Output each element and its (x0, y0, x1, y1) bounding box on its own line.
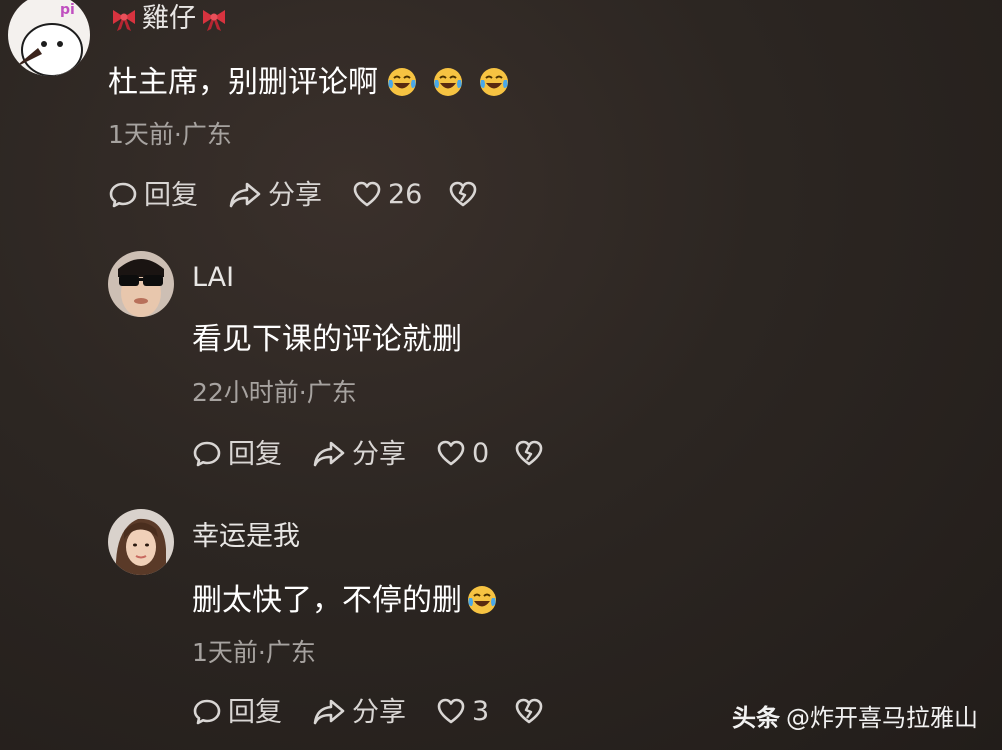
share-button[interactable]: 分享 (312, 439, 406, 469)
like-count: 0 (472, 437, 490, 469)
avatar-image: pi (8, 0, 90, 76)
reply-button[interactable]: 回复 (192, 439, 282, 469)
dislike-button[interactable] (448, 180, 484, 208)
avatar-image (108, 509, 174, 575)
broken-heart-icon (515, 440, 543, 466)
comment-text-body: 杜主席，别删评论啊 (108, 65, 378, 100)
comment-meta: 22小时前·广东 (192, 378, 357, 407)
username-text: 雞仔 (142, 3, 196, 34)
share-arrow-icon (313, 699, 345, 725)
username[interactable]: 幸运是我 (192, 523, 300, 550)
avatar[interactable] (108, 251, 174, 317)
share-label: 分享 (352, 438, 406, 470)
share-button[interactable]: 分享 (312, 697, 406, 727)
avatar[interactable]: pi (8, 0, 90, 76)
like-button[interactable]: 0 (436, 439, 489, 467)
share-arrow-icon (229, 182, 261, 208)
reply-label: 回复 (228, 696, 282, 728)
username[interactable]: 雞仔 (110, 4, 228, 32)
reply-bubble-icon (109, 182, 137, 208)
dislike-button[interactable] (514, 697, 550, 725)
reply-button[interactable]: 回复 (192, 697, 282, 727)
laughing-crying-emoji (388, 68, 416, 96)
avatar-image (108, 251, 174, 317)
svg-text:pi: pi (60, 2, 75, 18)
dislike-button[interactable] (514, 439, 550, 467)
comment-actions: 回复 分享 0 (192, 439, 612, 473)
ribbon-icon (203, 9, 225, 31)
laughing-crying-emoji (434, 68, 462, 96)
comment-actions: 回复 分享 26 (108, 180, 528, 214)
reply-label: 回复 (228, 438, 282, 470)
like-button[interactable]: 26 (352, 180, 422, 208)
comment-text: 杜主席，别删评论啊 (108, 66, 510, 98)
share-label: 分享 (268, 179, 322, 211)
ribbon-icon (113, 9, 135, 31)
comment-actions: 回复 分享 3 (192, 697, 612, 731)
reply-bubble-icon (193, 441, 221, 467)
like-count: 3 (472, 695, 490, 727)
watermark-brand: 头条 (732, 704, 780, 732)
username[interactable]: LAI (192, 264, 234, 291)
comment-meta: 1天前·广东 (192, 638, 316, 667)
laughing-crying-emoji (468, 586, 496, 614)
share-arrow-icon (313, 441, 345, 467)
like-button[interactable]: 3 (436, 697, 489, 725)
comment-meta: 1天前·广东 (108, 120, 232, 149)
comment-text: 看见下课的评论就删 (192, 325, 462, 355)
watermark: 头条 @炸开喜马拉雅山 (732, 706, 978, 730)
comment-text: 删太快了，不停的删 (192, 584, 498, 616)
like-count: 26 (388, 178, 423, 210)
heart-icon (437, 440, 465, 466)
reply-button[interactable]: 回复 (108, 180, 198, 210)
reply-bubble-icon (193, 699, 221, 725)
share-button[interactable]: 分享 (228, 180, 322, 210)
broken-heart-icon (515, 698, 543, 724)
laughing-crying-emoji (480, 68, 508, 96)
broken-heart-icon (449, 181, 477, 207)
avatar[interactable] (108, 509, 174, 575)
comment-text-body: 看见下课的评论就删 (192, 322, 462, 357)
reply-label: 回复 (144, 179, 198, 211)
share-label: 分享 (352, 696, 406, 728)
comment-text-body: 删太快了，不停的删 (192, 583, 462, 618)
heart-icon (353, 181, 381, 207)
heart-icon (437, 698, 465, 724)
watermark-handle: @炸开喜马拉雅山 (786, 704, 978, 732)
